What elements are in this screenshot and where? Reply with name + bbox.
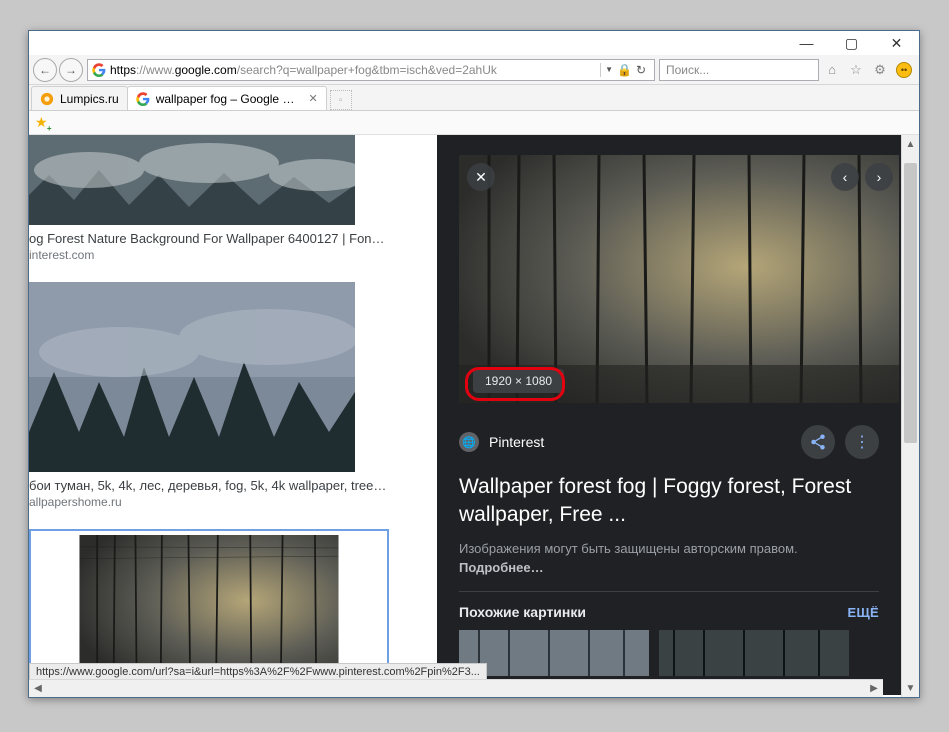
address-bar[interactable]: https://www.google.com/search?q=wallpape… [87,59,655,81]
more-menu-button[interactable]: ⋮ [845,425,879,459]
lock-icon: 🔒 [617,63,632,77]
image-detail-panel: ✕ ‹ › 1920 × 1080 🌐 Pinterest ⋮ Wallpape… [437,135,901,695]
share-button[interactable] [801,425,835,459]
google-favicon-icon [92,63,106,77]
source-name[interactable]: Pinterest [489,434,544,450]
lumpics-favicon-icon [40,92,54,106]
result-source: allpapershome.ru [29,495,429,509]
horizontal-scrollbar[interactable]: ◀▶ [29,679,883,697]
tab-close-icon[interactable]: ✕ [308,92,317,105]
settings-gear-icon[interactable]: ⚙ [869,59,891,81]
related-image[interactable] [459,630,649,676]
window-close-button[interactable]: ✕ [874,31,919,55]
related-label: Похожие картинки [459,604,586,620]
image-title[interactable]: Wallpaper forest fog | Foggy forest, For… [459,473,879,530]
image-result[interactable]: og Forest Nature Background For Wallpape… [29,135,429,262]
search-input[interactable]: Поиск... [659,59,819,81]
tab-google-images[interactable]: wallpaper fog – Google По... ✕ [127,86,327,110]
url-text: https://www.google.com/search?q=wallpape… [110,63,596,77]
favorites-icon[interactable]: ☆ [845,59,867,81]
preview-image[interactable]: ✕ ‹ › 1920 × 1080 [459,155,899,403]
window-maximize-button[interactable]: ▢ [829,31,874,55]
bookmarks-bar: ★+ [29,111,919,135]
image-result[interactable]: бои туман, 5k, 4k, лес, деревья, fog, 5k… [29,282,429,509]
image-dimensions-badge: 1920 × 1080 [473,369,564,393]
add-bookmark-icon[interactable]: ★+ [35,114,48,131]
panel-close-button[interactable]: ✕ [467,163,495,191]
panel-next-button[interactable]: › [865,163,893,191]
panel-prev-button[interactable]: ‹ [831,163,859,191]
forward-button[interactable]: → [59,58,83,82]
related-more-link[interactable]: ЕЩЁ [847,605,879,620]
tab-lumpics[interactable]: Lumpics.ru [31,86,128,110]
window-titlebar: — ▢ ✕ [29,31,919,55]
home-icon[interactable]: ⌂ [821,59,843,81]
window-minimize-button[interactable]: — [784,31,829,55]
back-button[interactable]: ← [33,58,57,82]
page-content: og Forest Nature Background For Wallpape… [29,135,901,697]
related-image[interactable] [659,630,849,676]
google-favicon-icon [136,92,150,106]
browser-toolbar: ← → https://www.google.com/search?q=wall… [29,55,919,85]
new-tab-button[interactable]: ▫ [330,90,352,110]
result-caption: бои туман, 5k, 4k, лес, деревья, fog, 5k… [29,478,389,493]
refresh-icon[interactable]: ↻ [636,63,646,77]
learn-more-link[interactable]: Подробнее… [459,560,544,575]
copyright-notice: Изображения могут быть защищены авторски… [459,540,879,578]
feedback-smile-icon[interactable]: •• [893,59,915,81]
globe-icon: 🌐 [459,432,479,452]
result-caption: og Forest Nature Background For Wallpape… [29,231,389,246]
result-source: interest.com [29,248,429,262]
tab-strip: Lumpics.ru wallpaper fog – Google По... … [29,85,919,111]
vertical-scrollbar[interactable]: ▲ ▼ [901,135,919,697]
